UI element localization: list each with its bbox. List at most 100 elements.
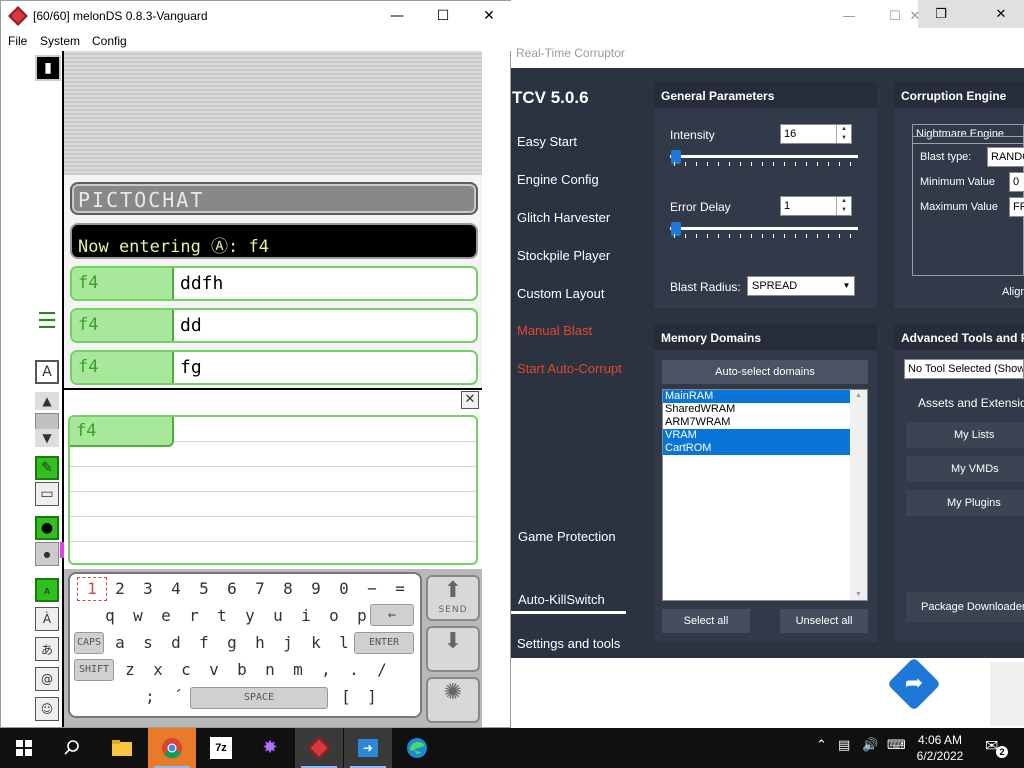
my-lists-button[interactable]: My Lists: [906, 422, 1024, 448]
keyboard-key[interactable]: r: [180, 605, 208, 627]
keyboard-key[interactable]: n: [256, 659, 284, 681]
rtc-restore-button[interactable]: ❐: [918, 0, 964, 30]
blast-type-select[interactable]: RANDOM: [987, 147, 1024, 167]
keyboard-key[interactable]: ´: [164, 686, 192, 708]
error-delay-spinbox[interactable]: 1 ▲ ▼: [780, 196, 852, 216]
font-a-icon[interactable]: A: [35, 360, 59, 384]
close-icon[interactable]: ✕: [461, 391, 479, 409]
memory-domain-arm7wram[interactable]: ARM7WRAM: [663, 416, 851, 429]
unselect-all-button[interactable]: Unselect all: [780, 609, 868, 633]
keyboard-layout-icon[interactable]: ⌨: [887, 738, 906, 753]
start-auto-corrupt-button[interactable]: Start Auto-Corrupt: [517, 361, 622, 376]
rtc-minimize-button[interactable]: —: [826, 0, 872, 32]
keyboard-key[interactable]: z: [116, 659, 144, 681]
keyboard-key[interactable]: /: [368, 659, 396, 681]
taskbar-chrome[interactable]: [148, 728, 196, 768]
maximum-value-input[interactable]: FF: [1009, 197, 1024, 217]
caps-key[interactable]: CAPS: [74, 632, 104, 654]
keyboard-key[interactable]: −: [358, 578, 386, 600]
keyboard-key[interactable]: 6: [218, 578, 246, 600]
send-button[interactable]: ⬆ SEND: [426, 575, 480, 621]
keyboard-key[interactable]: 1: [77, 577, 107, 601]
intensity-spin-arrows-icon[interactable]: ▲ ▼: [836, 125, 851, 143]
error-delay-slider-track[interactable]: [670, 227, 858, 230]
keyboard-key[interactable]: e: [152, 605, 180, 627]
clear-button[interactable]: ✺: [426, 677, 480, 723]
chevron-up-icon[interactable]: ⌃: [816, 738, 827, 753]
taskbar-vanguard[interactable]: ✸: [246, 728, 294, 768]
keyboard-key[interactable]: [: [332, 686, 360, 708]
keyboard-key[interactable]: a: [106, 632, 134, 654]
tool-select[interactable]: No Tool Selected (Show Tools): [904, 359, 1024, 379]
eraser-icon[interactable]: ▭: [35, 482, 59, 506]
keyboard-key[interactable]: x: [144, 659, 172, 681]
auto-killswitch-toggle[interactable]: Auto-KillSwitch: [518, 592, 605, 607]
keyboard-key[interactable]: t: [208, 605, 236, 627]
menu-config[interactable]: Config: [92, 34, 127, 48]
keyboard-key[interactable]: 5: [190, 578, 218, 600]
memory-list-scrollbar[interactable]: ▲ ▼: [850, 390, 867, 600]
scroll-down-arrow-icon[interactable]: ▼: [35, 429, 59, 447]
volume-icon[interactable]: 🔊: [862, 738, 878, 753]
game-protection-toggle[interactable]: Game Protection: [518, 529, 616, 544]
keyboard-key[interactable]: ,: [312, 659, 340, 681]
intensity-slider-track[interactable]: [670, 155, 858, 158]
keyboard-key[interactable]: c: [172, 659, 200, 681]
select-all-button[interactable]: Select all: [662, 609, 750, 633]
keyboard-key[interactable]: o: [320, 605, 348, 627]
keyboard-key[interactable]: k: [302, 632, 330, 654]
keyboard-key[interactable]: ]: [358, 686, 386, 708]
package-downloader-button[interactable]: Package Downloader: [906, 592, 1024, 622]
rtc-inner-close-button[interactable]: ✕: [868, 0, 921, 32]
keyboard-key[interactable]: .: [340, 659, 368, 681]
scroll-up-arrow-icon[interactable]: ▲: [35, 392, 59, 410]
thick-brush-icon[interactable]: ●: [35, 516, 59, 540]
keyboard-key[interactable]: v: [200, 659, 228, 681]
keyboard-key[interactable]: 4: [162, 578, 190, 600]
taskbar-file-explorer[interactable]: [98, 728, 146, 768]
keyboard-key[interactable]: w: [124, 605, 152, 627]
keyboard-key[interactable]: 9: [302, 578, 330, 600]
nav-custom-layout[interactable]: Custom Layout: [517, 286, 604, 301]
nav-easy-start[interactable]: Easy Start: [517, 134, 577, 149]
nav-glitch-harvester[interactable]: Glitch Harvester: [517, 210, 610, 225]
blast-radius-select[interactable]: SPREAD ▼: [747, 276, 855, 296]
nav-stockpile-player[interactable]: Stockpile Player: [517, 248, 610, 263]
scroll-down-icon[interactable]: ▼: [850, 591, 867, 598]
memory-domain-sharedwram[interactable]: SharedWRAM: [663, 403, 851, 416]
taskbar-edge[interactable]: [393, 728, 441, 768]
taskbar-melonds[interactable]: [295, 728, 343, 768]
keyboard-key[interactable]: =: [386, 578, 414, 600]
keyboard-key[interactable]: 7: [246, 578, 274, 600]
backspace-key[interactable]: ←: [370, 604, 414, 626]
my-vmds-button[interactable]: My VMDs: [906, 456, 1024, 482]
keyboard-key[interactable]: 2: [106, 578, 134, 600]
melonds-minimize-button[interactable]: —: [374, 1, 420, 31]
keyboard-key[interactable]: y: [236, 605, 264, 627]
keyboard-latin-icon[interactable]: ᴀ: [35, 578, 59, 602]
keyboard-key[interactable]: m: [284, 659, 312, 681]
keyboard-key[interactable]: s: [134, 632, 162, 654]
enter-key[interactable]: ENTER: [354, 632, 414, 654]
keyboard-key[interactable]: ;: [136, 686, 164, 708]
intensity-spinbox[interactable]: 16 ▲ ▼: [780, 124, 852, 144]
manual-blast-button[interactable]: Manual Blast: [517, 323, 592, 338]
keyboard-key[interactable]: 0: [330, 578, 358, 600]
compose-canvas[interactable]: f4: [68, 415, 478, 565]
auto-select-domains-button[interactable]: Auto-select domains: [662, 360, 868, 384]
keyboard-accent-icon[interactable]: À: [35, 607, 59, 631]
pencil-icon[interactable]: ✎: [35, 456, 59, 480]
rtc-right-scrollbar[interactable]: [990, 662, 1024, 726]
menu-system[interactable]: System: [40, 34, 80, 48]
keyboard-key[interactable]: 3: [134, 578, 162, 600]
system-clock[interactable]: 4:06 AM 6/2/2022: [910, 732, 970, 764]
nav-settings-and-tools[interactable]: Settings and tools: [517, 636, 620, 651]
nav-engine-config[interactable]: Engine Config: [517, 172, 599, 187]
menu-file[interactable]: File: [8, 34, 27, 48]
thin-brush-icon[interactable]: ●: [35, 542, 59, 566]
memory-domain-vram[interactable]: VRAM: [663, 429, 851, 442]
keyboard-key[interactable]: d: [162, 632, 190, 654]
keyboard-emoji-icon[interactable]: ☺: [35, 697, 59, 721]
taskbar-rtc[interactable]: ➜: [344, 728, 392, 768]
keyboard-key[interactable]: j: [274, 632, 302, 654]
